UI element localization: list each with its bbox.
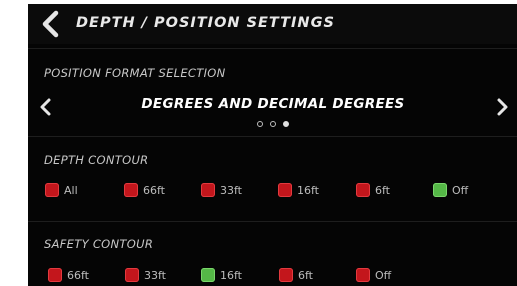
option-label: 16ft <box>297 183 319 197</box>
chevron-right-icon <box>497 98 508 116</box>
safety-contour-option-off[interactable]: Off <box>356 266 391 284</box>
format-next-button[interactable] <box>492 96 512 118</box>
divider <box>28 48 517 49</box>
chevron-left-icon <box>40 98 51 116</box>
checkbox[interactable] <box>356 183 370 197</box>
safety-contour-option-6ft[interactable]: 6ft <box>279 266 313 284</box>
checkbox-selected[interactable] <box>433 183 447 197</box>
checkbox-selected[interactable] <box>201 268 215 282</box>
depth-contour-option-33ft[interactable]: 33ft <box>201 181 242 199</box>
depth-contour-option-6ft[interactable]: 6ft <box>356 181 390 199</box>
depth-contour-label: DEPTH CONTOUR <box>44 153 149 167</box>
format-prev-button[interactable] <box>36 96 56 118</box>
page-indicator <box>257 121 289 129</box>
option-label: 66ft <box>143 183 165 197</box>
safety-contour-option-16ft[interactable]: 16ft <box>201 266 242 284</box>
title-bar: DEPTH / POSITION SETTINGS <box>28 4 517 44</box>
back-button[interactable] <box>38 10 64 38</box>
position-format-value: DEGREES AND DECIMAL DEGREES <box>141 96 405 112</box>
checkbox[interactable] <box>356 268 370 282</box>
checkbox[interactable] <box>124 183 138 197</box>
page-dot[interactable] <box>270 121 276 127</box>
option-label: 6ft <box>375 183 390 197</box>
safety-contour-label: SAFETY CONTOUR <box>44 237 154 251</box>
position-format-label: POSITION FORMAT SELECTION <box>44 66 226 80</box>
option-label: 33ft <box>220 183 242 197</box>
page-dot-active[interactable] <box>283 121 289 127</box>
option-label: 16ft <box>220 268 242 282</box>
chevron-left-icon <box>42 10 59 38</box>
settings-screen: DEPTH / POSITION SETTINGS POSITION FORMA… <box>28 4 517 286</box>
checkbox[interactable] <box>279 268 293 282</box>
safety-contour-option-66ft[interactable]: 66ft <box>48 266 89 284</box>
depth-contour-option-all[interactable]: All <box>45 181 78 199</box>
checkbox[interactable] <box>201 183 215 197</box>
page-title: DEPTH / POSITION SETTINGS <box>76 15 335 31</box>
option-label: Off <box>375 268 392 282</box>
divider <box>28 136 517 137</box>
depth-contour-option-off[interactable]: Off <box>433 181 468 199</box>
checkbox[interactable] <box>48 268 62 282</box>
checkbox[interactable] <box>278 183 292 197</box>
safety-contour-option-33ft[interactable]: 33ft <box>125 266 166 284</box>
checkbox[interactable] <box>45 183 59 197</box>
option-label: Off <box>452 183 469 197</box>
depth-contour-option-66ft[interactable]: 66ft <box>124 181 165 199</box>
option-label: 6ft <box>298 268 313 282</box>
option-label: 33ft <box>144 268 166 282</box>
option-label: All <box>64 183 78 197</box>
option-label: 66ft <box>67 268 89 282</box>
divider <box>28 221 517 222</box>
depth-contour-option-16ft[interactable]: 16ft <box>278 181 319 199</box>
page-dot[interactable] <box>257 121 263 127</box>
checkbox[interactable] <box>125 268 139 282</box>
